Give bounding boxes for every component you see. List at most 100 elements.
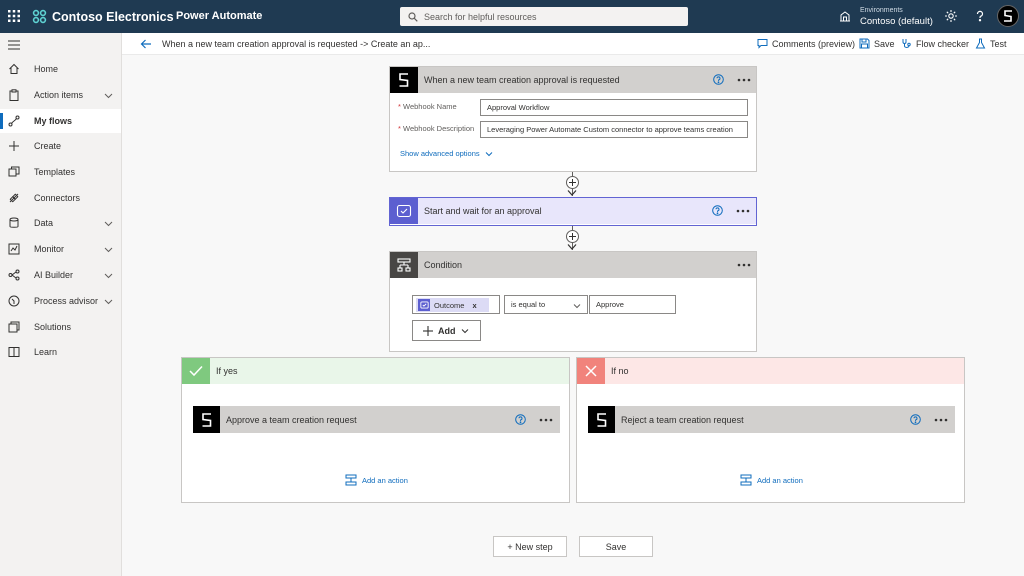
sidebar-item-process-advisor[interactable]: Process advisor — [0, 289, 121, 313]
approve-request-card[interactable]: Approve a team creation request — [193, 406, 560, 433]
sidebar-item-label: Data — [34, 218, 54, 228]
outcome-token[interactable]: Outcome x — [416, 298, 489, 312]
search-icon — [408, 11, 418, 22]
approvals-icon — [390, 198, 418, 224]
condition-right-operand[interactable] — [589, 295, 676, 314]
plus-icon — [423, 325, 433, 336]
sidebar-item-ai-builder[interactable]: AI Builder — [0, 263, 121, 287]
approval-card-header[interactable]: Start and wait for an approval — [390, 198, 756, 224]
trigger-title: When a new team creation approval is req… — [424, 75, 620, 85]
org-brand[interactable]: Contoso Electronics — [32, 7, 174, 26]
insert-step-plus-icon[interactable] — [566, 176, 579, 189]
sidebar-item-solutions[interactable]: Solutions — [0, 315, 121, 339]
top-bar: Contoso Electronics Power Automate Envir… — [0, 0, 1024, 33]
search-box[interactable] — [400, 7, 688, 26]
more-options-icon[interactable] — [737, 78, 751, 82]
user-avatar[interactable] — [997, 5, 1019, 27]
comments-label: Comments (preview) — [772, 38, 856, 49]
stethoscope-icon — [901, 38, 912, 49]
trigger-card-header[interactable]: When a new team creation approval is req… — [390, 67, 756, 93]
if-yes-header[interactable]: If yes — [182, 358, 569, 384]
condition-card-header[interactable]: Condition — [390, 252, 756, 278]
save-button-top[interactable]: Save — [859, 38, 895, 49]
search-input[interactable] — [424, 11, 674, 22]
sidebar-item-label: Home — [34, 64, 59, 74]
app-launcher-icon[interactable] — [8, 10, 20, 22]
sidebar-item-data[interactable]: Data — [0, 211, 121, 235]
test-button[interactable]: Test — [975, 38, 1007, 49]
checkmark-icon — [182, 358, 210, 384]
new-step-button[interactable]: + New step — [493, 536, 567, 557]
comments-button[interactable]: Comments (preview) — [757, 38, 855, 49]
connector-icon — [8, 192, 20, 204]
sidebar-item-label: Create — [34, 141, 62, 151]
save-label: Save — [874, 38, 895, 49]
reject-request-card[interactable]: Reject a team creation request — [588, 406, 955, 433]
webhook-description-field[interactable] — [480, 121, 748, 138]
flow-checker-button[interactable]: Flow checker — [901, 38, 969, 49]
product-name[interactable]: Power Automate — [176, 10, 262, 22]
add-condition-button[interactable]: Add — [412, 320, 481, 341]
sidebar-item-home[interactable]: Home — [0, 57, 121, 81]
sidebar-item-create[interactable]: Create — [0, 134, 121, 158]
add-action-icon — [345, 474, 357, 486]
if-no-header[interactable]: If no — [577, 358, 964, 384]
sidebar-item-monitor[interactable]: Monitor — [0, 237, 121, 261]
sidebar-item-label: Action items — [34, 90, 84, 100]
approval-card[interactable]: Start and wait for an approval — [389, 197, 757, 226]
webhook-description-label: * Webhook Description — [398, 124, 475, 133]
help-question-icon[interactable] — [973, 9, 987, 23]
more-options-icon[interactable] — [934, 418, 948, 422]
test-label: Test — [990, 38, 1007, 49]
more-options-icon[interactable] — [737, 263, 751, 267]
sidebar-item-my-flows[interactable]: My flows — [0, 109, 121, 133]
command-bar: When a new team creation approval is req… — [122, 33, 1024, 55]
if-yes-branch[interactable]: If yes Approve a team creation request A… — [181, 357, 570, 503]
process-advisor-icon — [8, 295, 20, 307]
more-options-icon[interactable] — [539, 418, 553, 422]
help-circle-icon[interactable] — [910, 414, 921, 425]
condition-left-operand[interactable]: Outcome x — [412, 295, 500, 314]
environment-value: Contoso (default) — [860, 16, 933, 27]
sidebar-item-learn[interactable]: Learn — [0, 340, 121, 364]
book-icon — [8, 346, 20, 358]
save-button[interactable]: Save — [579, 536, 653, 557]
sidebar-item-connectors[interactable]: Connectors — [0, 186, 121, 210]
if-yes-title: If yes — [216, 366, 238, 376]
arrow-down-icon — [567, 190, 577, 196]
more-options-icon[interactable] — [736, 209, 750, 213]
if-no-branch[interactable]: If no Reject a team creation request Add… — [576, 357, 965, 503]
approve-action-title: Approve a team creation request — [226, 415, 357, 425]
sidebar-item-label: Connectors — [34, 193, 81, 203]
sidebar-item-action-items[interactable]: Action items — [0, 83, 121, 107]
chevron-down-icon — [461, 327, 469, 335]
help-circle-icon[interactable] — [713, 74, 724, 85]
chevron-down-icon — [104, 271, 113, 280]
chevron-down-icon — [485, 150, 493, 158]
chevron-down-icon — [104, 245, 113, 254]
help-circle-icon[interactable] — [515, 414, 526, 425]
add-action-yes-link[interactable]: Add an action — [345, 474, 408, 486]
back-arrow-icon[interactable] — [140, 38, 152, 50]
settings-gear-icon[interactable] — [944, 9, 958, 23]
token-remove-icon[interactable]: x — [472, 301, 476, 310]
sidebar-item-templates[interactable]: Templates — [0, 160, 121, 184]
hamburger-menu-icon[interactable] — [8, 40, 20, 50]
environment-picker[interactable]: Environments Contoso (default) — [839, 5, 933, 27]
custom-connector-s-icon — [193, 406, 220, 433]
help-circle-icon[interactable] — [712, 205, 723, 216]
insert-step-plus-icon[interactable] — [566, 230, 579, 243]
reject-action-title: Reject a team creation request — [621, 415, 744, 425]
condition-card[interactable]: Condition Outcome x is equal to Add — [389, 251, 757, 352]
save-disk-icon — [859, 38, 870, 49]
add-action-no-link[interactable]: Add an action — [740, 474, 803, 486]
sidebar-item-label: Templates — [34, 167, 76, 177]
trigger-card[interactable]: When a new team creation approval is req… — [389, 66, 757, 172]
webhook-name-field[interactable] — [480, 99, 748, 116]
flow-breadcrumb: When a new team creation approval is req… — [162, 39, 431, 49]
show-advanced-options-link[interactable]: Show advanced options — [400, 149, 493, 158]
if-no-title: If no — [611, 366, 629, 376]
condition-operator-select[interactable]: is equal to — [504, 295, 588, 314]
clipboard-icon — [8, 89, 20, 101]
org-name: Contoso Electronics — [52, 9, 174, 24]
